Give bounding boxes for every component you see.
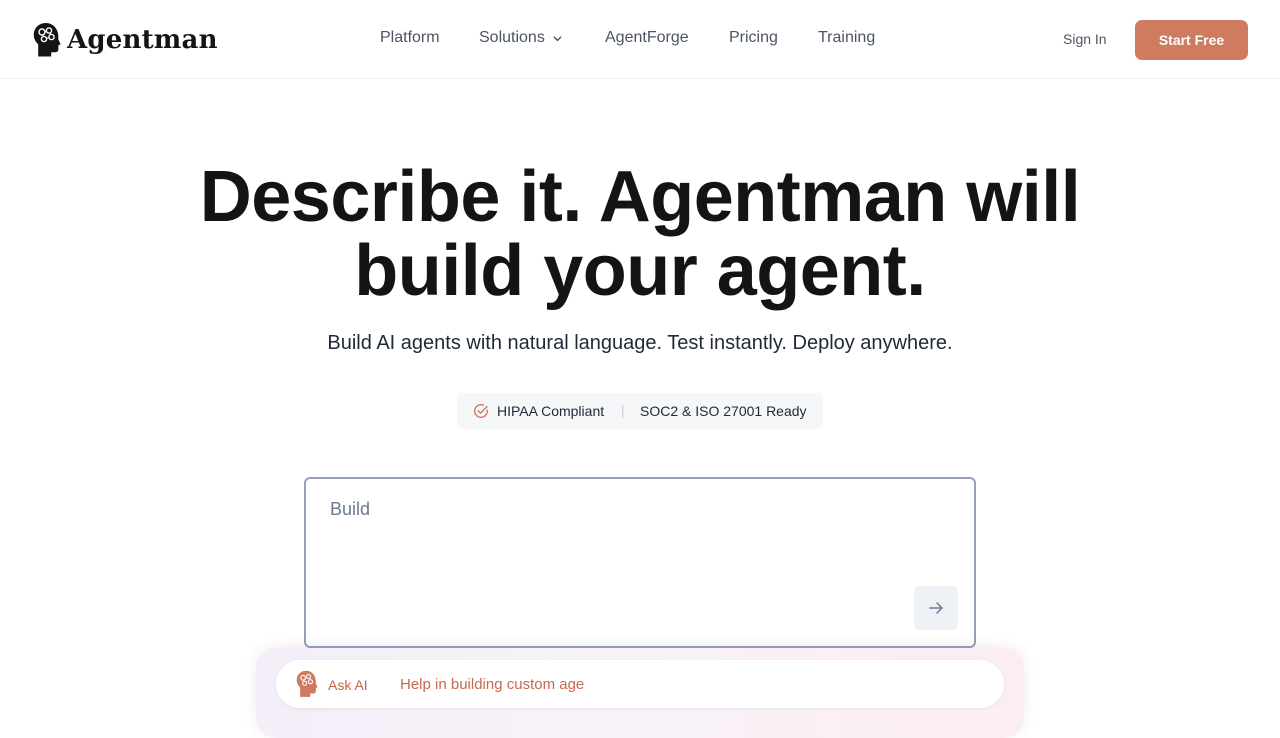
nav-solutions[interactable]: Solutions [479,29,563,47]
nav-pricing[interactable]: Pricing [729,29,778,47]
nav-platform[interactable]: Platform [380,29,440,47]
nav-pricing-label: Pricing [729,29,778,46]
hero-title-line2: build your agent. [354,231,926,311]
brain-head-icon [296,670,318,697]
arrow-right-icon [929,602,943,614]
build-prompt-box [304,477,976,648]
nav-training-label: Training [818,29,876,46]
soc2-label: SOC2 & ISO 27001 Ready [640,403,807,419]
check-circle-icon [473,404,488,419]
ask-ai-label[interactable]: Ask AI [328,677,368,693]
nav-agentforge-label: AgentForge [605,29,689,46]
nav-agentforge[interactable]: AgentForge [605,29,689,47]
hipaa-label: HIPAA Compliant [497,403,605,419]
build-prompt-input[interactable] [330,499,930,599]
brand-name: Agentman [67,25,218,55]
ask-ai-panel: Ask AI [256,648,1024,738]
start-free-button[interactable]: Start Free [1135,20,1248,60]
ask-ai-input[interactable] [400,672,960,696]
brand-logo[interactable]: Agentman [32,22,218,58]
nav-solutions-label: Solutions [479,29,545,46]
chevron-down-icon [553,35,562,41]
submit-build-button[interactable] [914,586,958,630]
badge-divider: | [621,402,625,418]
sign-in-link[interactable]: Sign In [1063,31,1107,47]
site-header: Agentman Platform Solutions AgentForge P… [0,0,1280,79]
nav-training[interactable]: Training [818,29,875,47]
hero-subtitle: Build AI agents with natural language. T… [327,332,953,354]
hero-title: Describe it. Agentman will build your ag… [140,160,1140,308]
brain-head-icon [33,23,61,57]
hero-title-line1: Describe it. Agentman will [199,157,1081,237]
compliance-badge: HIPAA Compliant | SOC2 & ISO 27001 Ready [457,393,823,429]
ask-ai-bar: Ask AI [276,660,1004,708]
nav-platform-label: Platform [380,29,440,46]
